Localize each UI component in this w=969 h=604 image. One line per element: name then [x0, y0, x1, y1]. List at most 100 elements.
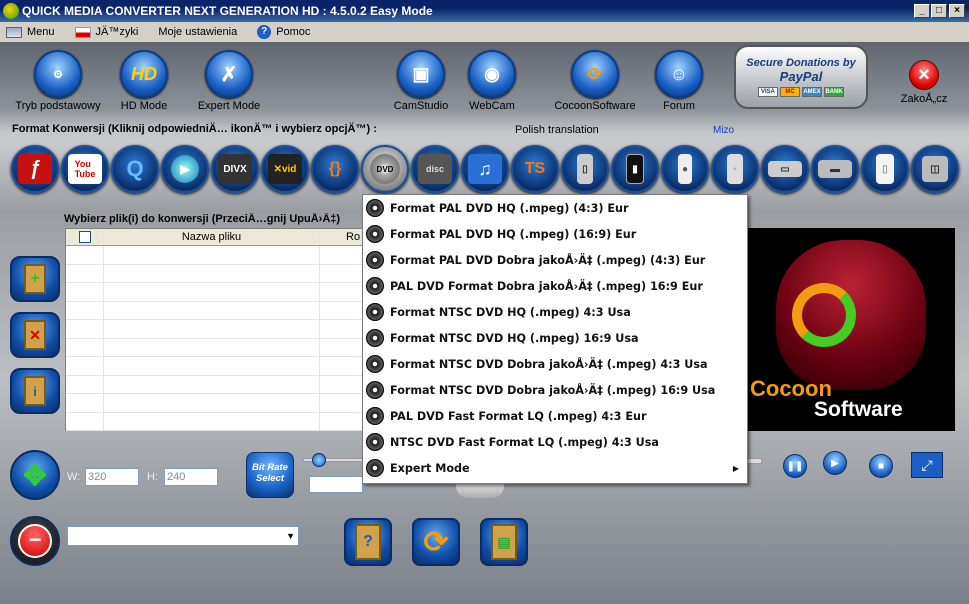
- forum-button[interactable]: ☺ Forum: [653, 50, 705, 112]
- polish-flag-icon: [74, 26, 91, 38]
- menu-item-ntsc-good-43[interactable]: Format NTSC DVD Dobra jakoÅ›Ä‡ (.mpeg) 4…: [363, 351, 747, 377]
- format-nokia-button[interactable]: ▯: [561, 145, 609, 193]
- flash-icon: ƒ: [18, 154, 52, 184]
- menu-item-ntsc-hq-169[interactable]: Format NTSC DVD HQ (.mpeg) 16:9 Usa: [363, 325, 747, 351]
- table-row[interactable]: [66, 301, 364, 320]
- brand-software: Software: [814, 398, 903, 421]
- help-icon: ?: [257, 25, 272, 39]
- file-info-button[interactable]: i: [10, 368, 60, 414]
- format-quicktime-button[interactable]: Q: [111, 145, 159, 193]
- stop-icon: ■: [877, 460, 885, 472]
- bitrate-value-field[interactable]: [309, 476, 363, 493]
- paypal-donate-button[interactable]: Secure Donations by PayPal VISA MC AMEX …: [734, 45, 868, 109]
- paypal-logo: PayPal: [779, 69, 823, 84]
- format-psp-button[interactable]: ▭: [761, 145, 809, 193]
- dvd-disc-icon: [366, 225, 384, 243]
- phone-icon: ▯: [577, 154, 593, 184]
- mastercard-icon: MC: [780, 87, 800, 97]
- format-dvd-button[interactable]: DVD: [361, 145, 409, 193]
- translation-label: Polish translation: [515, 124, 599, 136]
- maximize-button[interactable]: □: [931, 4, 947, 18]
- output-folder-button[interactable]: ▤: [480, 518, 528, 566]
- add-file-button[interactable]: +: [10, 256, 60, 302]
- resize-button[interactable]: ✥: [10, 450, 60, 500]
- remove-file-button[interactable]: ✕: [10, 312, 60, 358]
- format-wii-button[interactable]: ▯: [861, 145, 909, 193]
- bitrate-slider-thumb[interactable]: [312, 453, 326, 467]
- format-section-label: Format Konwersji (Kliknij odpowiedniÄ… i…: [12, 123, 377, 135]
- menu-item-ntsc-hq-43[interactable]: Format NTSC DVD HQ (.mpeg) 4:3 Usa: [363, 299, 747, 325]
- stop-conversion-button[interactable]: −: [10, 516, 60, 566]
- format-xvid-button[interactable]: ✕vid: [261, 145, 309, 193]
- close-window-button[interactable]: ×: [949, 4, 965, 18]
- expert-mode-button[interactable]: ✗ Expert Mode: [198, 50, 260, 112]
- exit-button[interactable]: × ZakoÅ„cz: [896, 60, 952, 105]
- help-button[interactable]: ?: [344, 518, 392, 566]
- format-flash-button[interactable]: ƒ: [11, 145, 59, 193]
- youtube-icon: You Tube: [68, 154, 102, 184]
- menu-item-expert-mode[interactable]: Expert Mode ▶: [363, 455, 747, 481]
- music-note-icon: ♫: [468, 154, 502, 184]
- format-nds-button[interactable]: ◫: [911, 145, 959, 193]
- format-ts-button[interactable]: TS: [511, 145, 559, 193]
- menu-item-help[interactable]: ? Pomoc: [257, 25, 310, 39]
- camstudio-button[interactable]: ▣ CamStudio: [394, 50, 448, 112]
- pause-button[interactable]: ❚❚: [783, 454, 807, 478]
- stop-button[interactable]: ■: [869, 454, 893, 478]
- menu-item-pal-hq-43[interactable]: Format PAL DVD HQ (.mpeg) (4:3) Eur: [363, 195, 747, 221]
- hd-mode-button[interactable]: HD HD Mode: [120, 50, 168, 112]
- fullscreen-button[interactable]: ⤢: [911, 452, 943, 478]
- convert-button[interactable]: ⟳: [412, 518, 460, 566]
- minimize-button[interactable]: _: [914, 4, 930, 18]
- menu-item-pal-good-43[interactable]: Format PAL DVD Dobra jakoÅ›Ä‡ (.mpeg) (4…: [363, 247, 747, 273]
- basic-mode-button[interactable]: ⚙ Tryb podstawowy: [14, 50, 102, 112]
- table-row[interactable]: [66, 338, 364, 357]
- table-row[interactable]: [66, 394, 364, 413]
- table-header: Nazwa pliku Ro: [66, 229, 364, 246]
- height-input[interactable]: 240: [164, 468, 218, 486]
- format-iphone-button[interactable]: ▮: [611, 145, 659, 193]
- chevron-down-icon: ▼: [286, 531, 295, 541]
- format-youtube-button[interactable]: You Tube: [61, 145, 109, 193]
- cocoonsoftware-button[interactable]: ⟳ CocoonSoftware: [552, 50, 638, 112]
- column-size-header[interactable]: Ro: [320, 229, 364, 245]
- camstudio-icon: ▣: [397, 50, 445, 98]
- close-icon: ×: [909, 60, 939, 90]
- table-row[interactable]: [66, 320, 364, 339]
- table-row[interactable]: [66, 283, 364, 302]
- format-audio-button[interactable]: ♫: [461, 145, 509, 193]
- cocoon-icon: ⟳: [571, 50, 619, 98]
- menu-item-settings[interactable]: Moje ustawienia: [158, 26, 237, 38]
- file-table[interactable]: Nazwa pliku Ro: [65, 228, 365, 431]
- table-row[interactable]: [66, 357, 364, 376]
- format-ipod-button[interactable]: ●: [661, 145, 709, 193]
- table-row[interactable]: [66, 264, 364, 283]
- table-row[interactable]: [66, 375, 364, 394]
- dvd-disc-icon: [366, 459, 384, 477]
- menu-item-pal-fast-lq[interactable]: PAL DVD Fast Format LQ (.mpeg) 4:3 Eur: [363, 403, 747, 429]
- menu-item-pal-good-169[interactable]: PAL DVD Format Dobra jakoÅ›Ä‡ (.mpeg) 16…: [363, 273, 747, 299]
- output-folder-select[interactable]: ▼: [67, 526, 299, 546]
- format-ps3-button[interactable]: ▬: [811, 145, 859, 193]
- menu-item-pal-hq-169[interactable]: Format PAL DVD HQ (.mpeg) (16:9) Eur: [363, 221, 747, 247]
- format-divx-button[interactable]: DIVX: [211, 145, 259, 193]
- select-all-checkbox[interactable]: [66, 229, 104, 245]
- width-label: W:: [67, 471, 81, 483]
- webcam-button[interactable]: ◉ WebCam: [466, 50, 518, 112]
- menu-item-ntsc-fast-lq[interactable]: NTSC DVD Fast Format LQ (.mpeg) 4:3 Usa: [363, 429, 747, 455]
- remove-film-icon: ✕: [24, 320, 46, 350]
- column-name-header[interactable]: Nazwa pliku: [104, 229, 320, 245]
- format-vcd-button[interactable]: disc: [411, 145, 459, 193]
- bitrate-select-button[interactable]: Bit Rate Select: [246, 452, 294, 498]
- format-xbox-button[interactable]: ◦: [711, 145, 759, 193]
- table-row[interactable]: [66, 246, 364, 265]
- menu-item-menu[interactable]: Menu: [6, 26, 55, 38]
- table-row[interactable]: [66, 412, 364, 431]
- windows-media-icon: ▶: [171, 155, 199, 183]
- play-button[interactable]: ▶: [823, 451, 847, 475]
- menu-item-ntsc-good-169[interactable]: Format NTSC DVD Dobra jakoÅ›Ä‡ (.mpeg) 1…: [363, 377, 747, 403]
- menu-item-languages[interactable]: JÄ™zyki: [74, 26, 138, 38]
- width-input[interactable]: 320: [85, 468, 139, 486]
- format-matroska-button[interactable]: {}: [311, 145, 359, 193]
- format-wmv-button[interactable]: ▶: [161, 145, 209, 193]
